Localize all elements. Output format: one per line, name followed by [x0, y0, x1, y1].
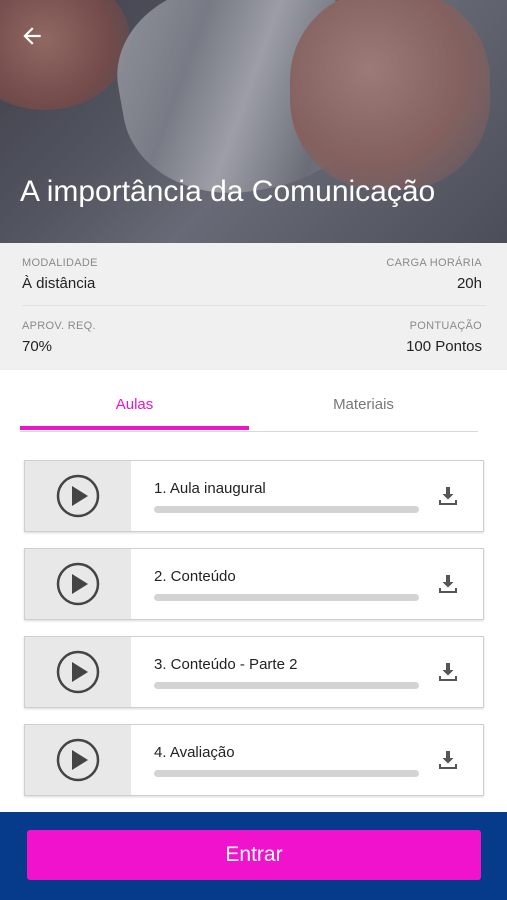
- lesson-progress-bar: [154, 506, 419, 513]
- lesson-thumbnail: [25, 461, 131, 531]
- modalidade-label: MODALIDADE: [22, 257, 98, 269]
- footer-bar: Entrar: [0, 812, 507, 900]
- download-button[interactable]: [435, 483, 461, 509]
- pontuacao-info: PONTUAÇÃO 100 Pontos: [406, 318, 482, 358]
- course-info-panel: MODALIDADE À distância CARGA HORÁRIA 20h…: [0, 243, 507, 370]
- course-header-image: A importância da Comunicação: [0, 0, 507, 243]
- play-icon[interactable]: [55, 561, 101, 607]
- aproveitamento-info: APROV. REQ. 70%: [22, 318, 96, 358]
- lesson-progress-bar: [154, 770, 419, 777]
- tab-materiais[interactable]: Materiais: [249, 388, 478, 428]
- lesson-thumbnail: [25, 549, 131, 619]
- play-icon[interactable]: [55, 473, 101, 519]
- aproveitamento-value: 70%: [22, 338, 53, 355]
- download-button[interactable]: [435, 747, 461, 773]
- download-icon: [439, 575, 457, 593]
- lesson-title: 1. Aula inaugural: [154, 480, 266, 497]
- lesson-item-3[interactable]: 3. Conteúdo - Parte 2: [24, 636, 484, 708]
- aproveitamento-label: APROV. REQ.: [22, 320, 96, 332]
- pontuacao-value: 100 Pontos: [406, 338, 482, 355]
- modalidade-info: MODALIDADE À distância: [22, 255, 98, 295]
- lesson-item-4[interactable]: 4. Avaliação: [24, 724, 484, 796]
- tab-aulas[interactable]: Aulas: [20, 388, 249, 428]
- lesson-item-2[interactable]: 2. Conteúdo: [24, 548, 484, 620]
- download-button[interactable]: [435, 571, 461, 597]
- lesson-thumbnail: [25, 725, 131, 795]
- info-divider: [22, 305, 486, 306]
- download-icon: [439, 751, 457, 769]
- lesson-item-1[interactable]: 1. Aula inaugural: [24, 460, 484, 532]
- play-icon[interactable]: [55, 737, 101, 783]
- lesson-progress-bar: [154, 594, 419, 601]
- arrow-left-icon: [23, 27, 41, 45]
- play-icon[interactable]: [55, 649, 101, 695]
- lesson-progress-bar: [154, 682, 419, 689]
- lesson-title: 2. Conteúdo: [154, 568, 236, 585]
- download-icon: [439, 663, 457, 681]
- download-button[interactable]: [435, 659, 461, 685]
- back-button[interactable]: [16, 20, 48, 52]
- pontuacao-label: PONTUAÇÃO: [409, 320, 482, 332]
- tab-bar: Aulas Materiais: [20, 388, 478, 432]
- lesson-thumbnail: [25, 637, 131, 707]
- course-title: A importância da Comunicação: [20, 175, 436, 208]
- download-icon: [439, 487, 457, 505]
- active-tab-indicator: [20, 426, 249, 430]
- modalidade-value: À distância: [22, 275, 96, 292]
- enter-button[interactable]: Entrar: [27, 830, 481, 880]
- lesson-title: 4. Avaliação: [154, 744, 235, 761]
- carga-horaria-label: CARGA HORÁRIA: [386, 257, 482, 269]
- lesson-title: 3. Conteúdo - Parte 2: [154, 656, 298, 673]
- carga-horaria-info: CARGA HORÁRIA 20h: [386, 255, 482, 295]
- carga-horaria-value: 20h: [456, 275, 482, 292]
